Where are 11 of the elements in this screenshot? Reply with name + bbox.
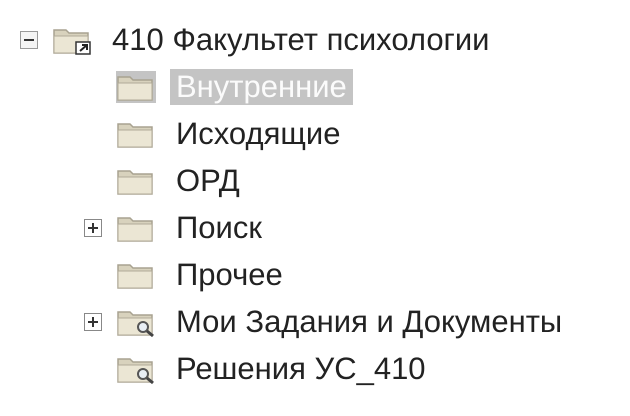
tree-item[interactable]: Мои Задания и Документы	[170, 304, 568, 340]
collapse-icon[interactable]	[20, 30, 38, 48]
tree-item[interactable]: 410 Факультет психологии	[106, 22, 496, 58]
tree-item[interactable]: Решения УС_410	[170, 350, 432, 386]
tree-item[interactable]: Поиск	[170, 210, 268, 246]
tree-item[interactable]: Исходящие	[170, 116, 346, 152]
tree-item[interactable]: ОРД	[170, 162, 246, 198]
tree-item[interactable]: Прочее	[170, 256, 289, 292]
expand-icon[interactable]	[84, 218, 102, 236]
folder-icon	[116, 70, 156, 102]
expand-icon[interactable]	[84, 312, 102, 330]
